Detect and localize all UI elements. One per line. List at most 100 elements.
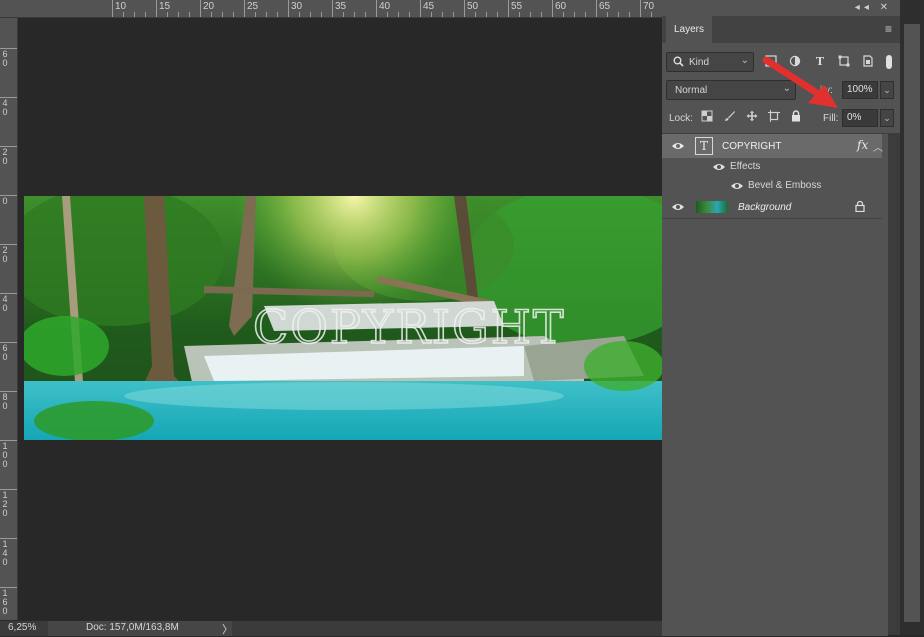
ruler-major-tick — [376, 0, 377, 17]
ruler-minor-tick — [310, 12, 311, 17]
ruler-label: 10 — [115, 1, 127, 12]
background-layer-thumbnail — [696, 201, 728, 213]
eye-visibility-icon[interactable] — [671, 202, 685, 212]
ruler-minor-tick — [354, 12, 355, 17]
type-layer-thumbnail-icon: T — [695, 137, 713, 155]
ruler-label: 8 0 — [2, 392, 8, 411]
opacity-input[interactable]: 100% — [842, 81, 878, 99]
ruler-label: 20 — [203, 1, 215, 12]
zoom-level[interactable]: 6,25% — [8, 622, 36, 633]
ruler-label: 1 2 0 — [2, 490, 8, 518]
ruler-label: 4 0 — [2, 98, 8, 117]
fx-icon[interactable]: fx — [857, 138, 868, 152]
filter-toggle-switch[interactable] — [886, 55, 892, 69]
ruler-label: 1 6 0 — [2, 588, 8, 616]
fill-input[interactable]: 0% — [842, 109, 878, 127]
ruler-minor-tick — [211, 12, 212, 17]
layer-name[interactable]: COPYRIGHT — [722, 141, 781, 152]
ruler-label: 45 — [423, 1, 435, 12]
ruler-minor-tick — [541, 12, 542, 17]
lock-image-pixels-brush-icon[interactable] — [723, 110, 737, 124]
ruler-major-tick — [112, 0, 113, 17]
ruler-minor-tick — [343, 12, 344, 17]
lock-icon[interactable] — [855, 201, 865, 212]
eye-visibility-icon[interactable] — [730, 181, 744, 191]
ruler-minor-tick — [398, 12, 399, 17]
ruler-major-tick — [332, 0, 333, 17]
ruler-major-tick — [640, 0, 641, 17]
eye-visibility-icon[interactable] — [712, 162, 726, 172]
ruler-major-tick — [552, 0, 553, 17]
bevel-emboss-effect-row[interactable]: Bevel & Emboss — [662, 176, 882, 197]
ruler-minor-tick — [530, 12, 531, 17]
ruler-minor-tick — [651, 12, 652, 17]
ruler-minor-tick — [387, 12, 388, 17]
ruler-minor-tick — [618, 12, 619, 17]
smart-object-filter-icon[interactable] — [861, 55, 875, 69]
ruler-label: 25 — [247, 1, 259, 12]
ruler-minor-tick — [266, 12, 267, 17]
ruler-minor-tick — [431, 12, 432, 17]
ruler-label: 4 0 — [2, 294, 8, 313]
opacity-dropdown-chevron-icon[interactable]: ⌄ — [880, 81, 894, 99]
layer-row-background[interactable]: Background — [662, 196, 882, 219]
ruler-label: 6 0 — [2, 343, 8, 362]
ruler-label: 70 — [643, 1, 655, 12]
fill-dropdown-chevron-icon[interactable]: ⌄ — [880, 109, 894, 127]
ruler-minor-tick — [365, 12, 366, 17]
layer-row-copyright[interactable]: T COPYRIGHT fx ︿ — [662, 134, 883, 159]
eye-visibility-icon[interactable] — [671, 141, 685, 151]
ruler-minor-tick — [574, 12, 575, 17]
search-icon — [673, 56, 684, 67]
panel-collapse-close-icons[interactable]: ◂◂ ✕ — [855, 2, 892, 13]
ruler-major-tick — [508, 0, 509, 17]
ruler-minor-tick — [563, 12, 564, 17]
panel-menu-icon[interactable]: ≡ — [885, 22, 892, 36]
ruler-major-tick — [464, 0, 465, 17]
ruler-label: 55 — [511, 1, 523, 12]
chevron-down-icon: ⌄ — [740, 55, 749, 66]
tab-layers[interactable]: Layers — [666, 16, 713, 43]
layer-effects-row[interactable]: Effects — [662, 158, 882, 177]
ruler-minor-tick — [145, 12, 146, 17]
ruler-minor-tick — [585, 12, 586, 17]
ruler-minor-tick — [233, 12, 234, 17]
ruler-major-tick — [244, 0, 245, 17]
ruler-label: 65 — [599, 1, 611, 12]
blend-mode-value: Normal — [675, 85, 708, 96]
ruler-major-tick — [200, 0, 201, 17]
ruler-minor-tick — [189, 12, 190, 17]
document-image[interactable]: COPYRIGHT — [24, 196, 662, 440]
lock-transparent-pixels-icon[interactable] — [700, 110, 714, 124]
chevron-up-icon[interactable]: ︿ — [873, 139, 883, 154]
ruler-label: 50 — [467, 1, 479, 12]
ruler-minor-tick — [123, 12, 124, 17]
red-arrow-annotation — [762, 56, 838, 108]
effects-label: Effects — [730, 161, 761, 172]
ruler-minor-tick — [629, 12, 630, 17]
ruler-major-tick — [596, 0, 597, 17]
ruler-minor-tick — [134, 12, 135, 17]
ruler-label: 2 0 — [2, 245, 8, 264]
filter-kind-label: Kind — [689, 57, 710, 68]
ruler-minor-tick — [255, 12, 256, 17]
doc-info-box: Doc: 157,0M/163,8M 〉 — [48, 621, 233, 636]
layers-list: T COPYRIGHT fx ︿ Effects Bevel & Emboss … — [662, 133, 888, 636]
filter-kind-select[interactable]: Kind ⌄ — [666, 52, 754, 72]
ruler-minor-tick — [486, 12, 487, 17]
layer-name[interactable]: Background — [738, 202, 791, 213]
layers-scrollbar[interactable] — [888, 133, 900, 635]
ruler-major-tick — [156, 0, 157, 17]
ruler-minor-tick — [442, 12, 443, 17]
ruler-major-tick — [288, 0, 289, 17]
effect-name: Bevel & Emboss — [748, 180, 822, 191]
ruler-major-tick — [420, 0, 421, 17]
ruler-minor-tick — [299, 12, 300, 17]
ruler-label: 15 — [159, 1, 171, 12]
ruler-label: 2 0 — [2, 147, 8, 166]
lock-position-move-icon[interactable] — [745, 110, 759, 124]
vertical-ruler: 6 0 4 0 2 0 0 2 0 4 0 6 0 8 0 1 0 0 1 2 0 1 4 0 1 6… — [0, 18, 18, 620]
ruler-minor-tick — [277, 12, 278, 17]
ruler-minor-tick — [475, 12, 476, 17]
waterfall-photo: COPYRIGHT — [24, 196, 662, 440]
